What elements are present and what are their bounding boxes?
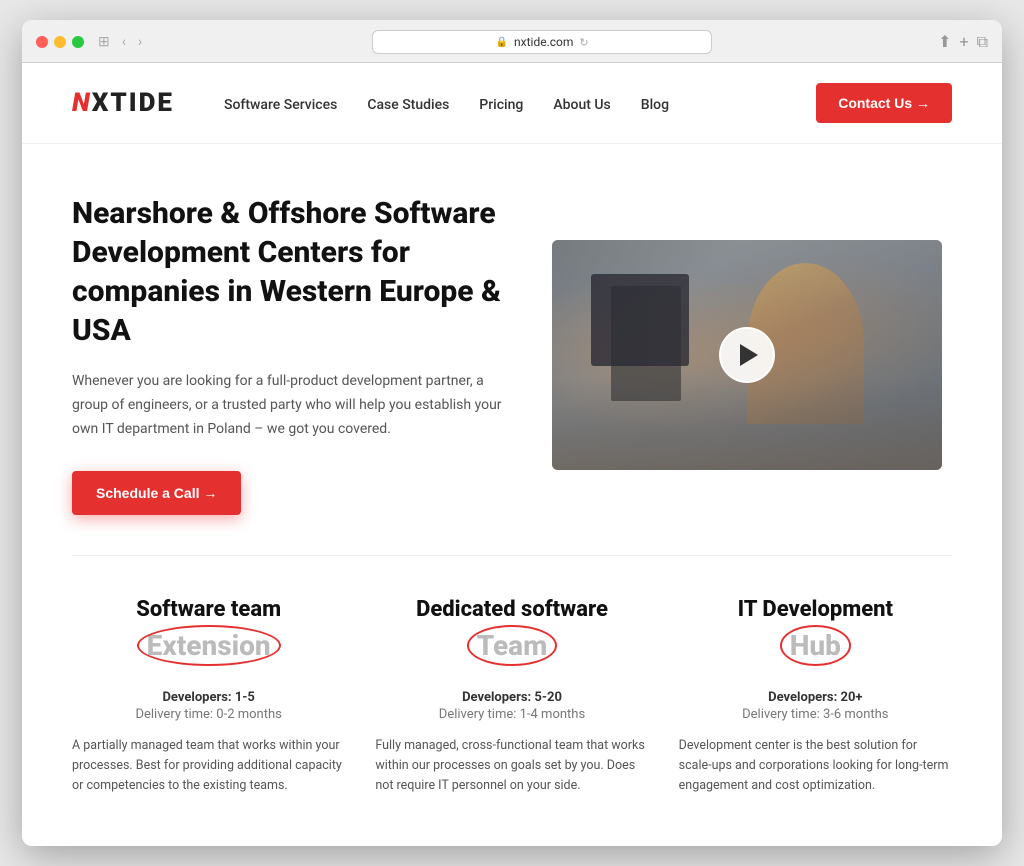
logo[interactable]: NXTIDE [72, 88, 174, 118]
nav-blog[interactable]: Blog [641, 97, 669, 113]
service-extension: Software team Extension Developers: 1-5 … [72, 596, 345, 796]
service-2-description: Fully managed, cross-functional team tha… [375, 736, 648, 796]
service-2-highlighted: Team [477, 629, 548, 662]
browser-chrome: ⊞ ‹ › 🔒 nxtide.com ↻ ⬆ + ⧉ [22, 20, 1002, 63]
browser-window: ⊞ ‹ › 🔒 nxtide.com ↻ ⬆ + ⧉ NXTIDE [22, 20, 1002, 846]
hero-video[interactable] [552, 240, 942, 470]
nav-software-services[interactable]: Software Services [224, 97, 337, 113]
forward-icon[interactable]: › [134, 32, 146, 52]
contact-us-button[interactable]: Contact Us → [816, 83, 952, 123]
nav-case-studies[interactable]: Case Studies [367, 97, 449, 113]
refresh-icon[interactable]: ↻ [579, 36, 588, 49]
service-1-title: Software team [72, 596, 345, 625]
service-1-developers: Developers: 1-5 [72, 690, 345, 705]
main-nav: NXTIDE Software Services Case Studies Pr… [22, 63, 1002, 144]
tabs-icon[interactable]: ⧉ [977, 32, 988, 52]
back-icon[interactable]: ‹ [118, 32, 130, 52]
hero-title: Nearshore & Offshore Software Developmen… [72, 194, 512, 350]
service-hub: IT Development Hub Developers: 20+ Deliv… [679, 596, 952, 796]
service-2-developers: Developers: 5-20 [375, 690, 648, 705]
service-1-highlighted: Extension [147, 629, 271, 662]
page-content: NXTIDE Software Services Case Studies Pr… [22, 63, 1002, 846]
schedule-call-button[interactable]: Schedule a Call → [72, 471, 241, 515]
address-bar[interactable]: 🔒 nxtide.com ↻ [372, 30, 712, 54]
service-3-delivery: Delivery time: 3-6 months [679, 707, 952, 722]
traffic-lights [36, 36, 84, 48]
lock-icon: 🔒 [496, 37, 508, 48]
maximize-button[interactable] [72, 36, 84, 48]
sidebar-icon[interactable]: ⊞ [94, 32, 114, 52]
url-text: nxtide.com [514, 35, 573, 49]
share-icon[interactable]: ⬆ [938, 32, 951, 52]
browser-actions: ⬆ + ⧉ [938, 32, 988, 52]
service-1-description: A partially managed team that works with… [72, 736, 345, 796]
service-2-title: Dedicated software [375, 596, 648, 625]
play-icon [740, 344, 758, 366]
hero-section: Nearshore & Offshore Software Developmen… [22, 144, 1002, 555]
service-2-delivery: Delivery time: 1-4 months [375, 707, 648, 722]
nav-about-us[interactable]: About Us [553, 97, 610, 113]
minimize-button[interactable] [54, 36, 66, 48]
service-3-title: IT Development [679, 596, 952, 625]
close-button[interactable] [36, 36, 48, 48]
hero-description: Whenever you are looking for a full-prod… [72, 370, 512, 441]
address-bar-wrapper: 🔒 nxtide.com ↻ [156, 30, 928, 54]
service-1-delivery: Delivery time: 0-2 months [72, 707, 345, 722]
hero-text: Nearshore & Offshore Software Developmen… [72, 194, 512, 515]
service-3-developers: Developers: 20+ [679, 690, 952, 705]
nav-pricing[interactable]: Pricing [479, 97, 523, 113]
service-3-description: Development center is the best solution … [679, 736, 952, 796]
new-tab-icon[interactable]: + [959, 32, 968, 52]
service-team: Dedicated software Team Developers: 5-20… [375, 596, 648, 796]
nav-links: Software Services Case Studies Pricing A… [224, 94, 816, 113]
play-button[interactable] [719, 327, 775, 383]
video-placeholder [552, 240, 942, 470]
browser-nav-icons: ⊞ ‹ › [94, 32, 146, 52]
services-section: Software team Extension Developers: 1-5 … [22, 556, 1002, 846]
service-3-highlighted: Hub [790, 629, 841, 662]
